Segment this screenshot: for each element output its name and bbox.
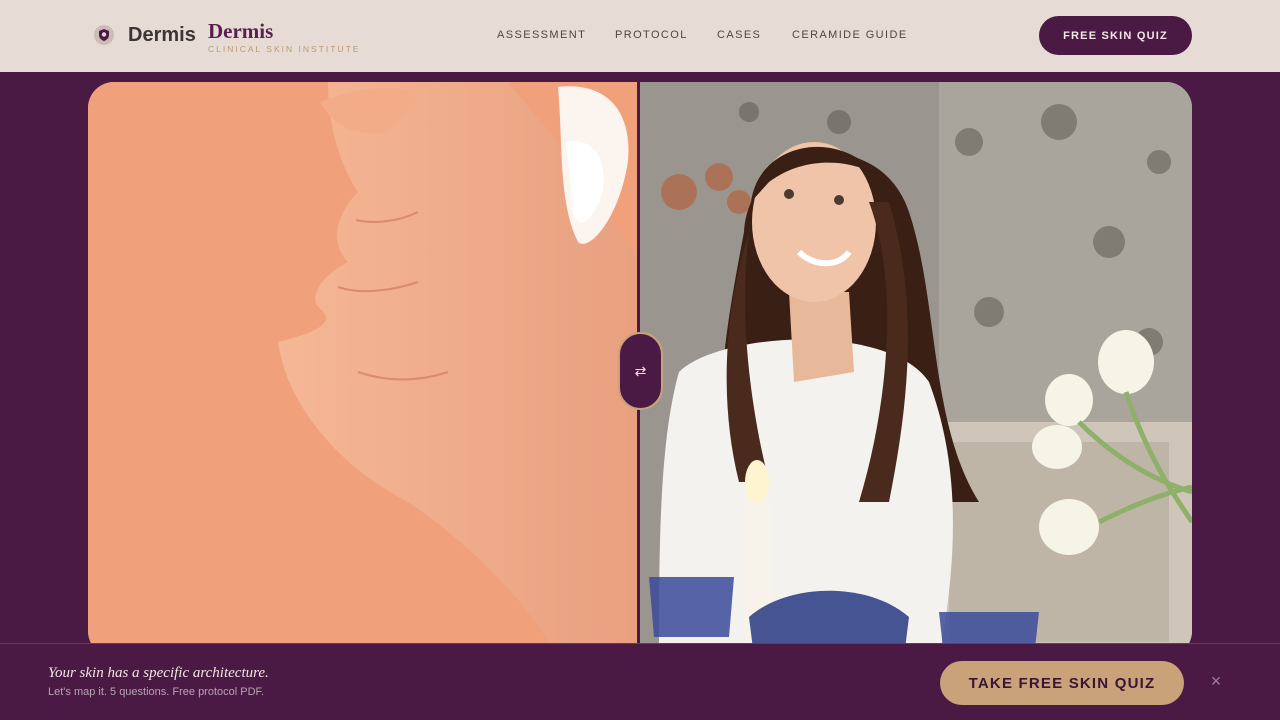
nav-cases[interactable]: CASES [717, 29, 761, 41]
hand-applying-cream-photo [88, 82, 639, 657]
promo-subtitle: Let's map it. 5 questions. Free protocol… [48, 686, 265, 698]
quiz-promo-bar: Your skin has a specific architecture. L… [0, 643, 1280, 720]
site-header: Dermis Dermis CLINICAL SKIN INSTITUTE AS… [0, 0, 1280, 72]
logo-wordmark[interactable]: Dermis [128, 24, 196, 47]
compare-arrows-icon[interactable]: ⇄ [618, 332, 663, 410]
before-after-compare[interactable]: ⇄ [88, 82, 1192, 657]
brand-name[interactable]: Dermis [208, 19, 273, 44]
smiling-woman-photo [639, 82, 1192, 657]
free-skin-quiz-button[interactable]: FREE SKIN QUIZ [1039, 16, 1192, 55]
nav-assessment[interactable]: ASSESSMENT [497, 29, 586, 41]
brand-tagline: CLINICAL SKIN INSTITUTE [208, 44, 361, 54]
close-icon[interactable]: × [1207, 672, 1225, 690]
shield-face-icon[interactable] [94, 25, 114, 45]
compare-handle-glyph: ⇄ [634, 362, 647, 379]
nav-protocol[interactable]: PROTOCOL [615, 29, 688, 41]
take-free-skin-quiz-button[interactable]: TAKE FREE SKIN QUIZ [940, 661, 1184, 705]
nav-ceramide-guide[interactable]: CERAMIDE GUIDE [792, 29, 908, 41]
promo-title: Your skin has a specific architecture. [48, 665, 269, 681]
